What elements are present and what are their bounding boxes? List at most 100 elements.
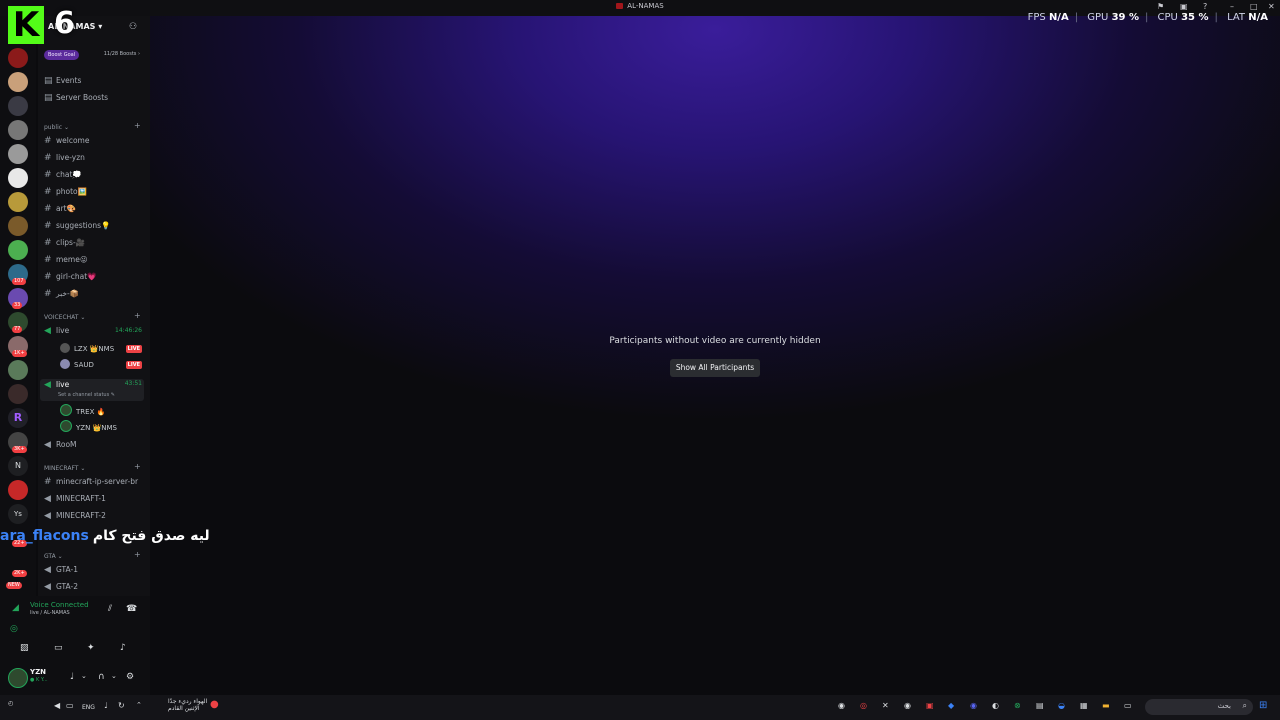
text-channel[interactable]: # suggestions💡	[44, 221, 144, 235]
edge-icon[interactable]: ◒	[1058, 701, 1065, 710]
text-channel[interactable]: # art🎨	[44, 204, 144, 218]
voice-channel[interactable]: ◀ MINECRAFT-2	[44, 511, 144, 525]
activities-icon[interactable]: ✦	[87, 643, 95, 653]
add-channel-icon[interactable]: +	[134, 311, 141, 320]
server-icon[interactable]	[8, 144, 28, 164]
inbox-icon[interactable]: ▣	[1180, 2, 1188, 12]
show-all-participants-button[interactable]: Show All Participants	[670, 359, 760, 377]
server-icon[interactable]	[8, 168, 28, 188]
server-icon[interactable]	[8, 192, 28, 212]
activity-icon[interactable]: ◎	[10, 624, 18, 634]
voice-user[interactable]: TREX 🔥	[60, 404, 144, 418]
chevron-down-icon[interactable]: ⌄	[111, 672, 117, 680]
server-icon[interactable]	[8, 480, 28, 500]
channel-status[interactable]: Set a channel status ✎	[58, 392, 115, 398]
store-icon[interactable]: ▦	[1080, 701, 1088, 710]
voice-channel[interactable]: ◀ GTA-1	[44, 565, 144, 579]
user-name[interactable]: YZN	[30, 668, 46, 676]
noise-suppression-icon[interactable]: ⫽	[108, 604, 112, 614]
display-icon[interactable]: ▭	[66, 701, 74, 710]
category-gta[interactable]: GTA ⌄	[44, 553, 63, 560]
screen-share-icon[interactable]: ▭	[54, 643, 63, 653]
user-avatar[interactable]	[8, 668, 28, 688]
add-channel-icon[interactable]: +	[134, 550, 141, 559]
app-icon[interactable]: ✕	[882, 701, 889, 710]
voice-channel-room[interactable]: ◀ RooM	[44, 440, 144, 454]
task-view-icon[interactable]: ▭	[1124, 701, 1132, 710]
server-icon[interactable]	[8, 216, 28, 236]
weather-notification[interactable]: الهواء رديء جدًا الإثنين القادم	[168, 698, 207, 712]
app-icon[interactable]: ▤	[1036, 701, 1044, 710]
windows-start-icon[interactable]: ⊞	[1259, 700, 1267, 711]
close-icon[interactable]: ✕	[1268, 2, 1275, 12]
avatar	[60, 420, 72, 432]
add-channel-icon[interactable]: +	[134, 121, 141, 130]
boost-goal-bar[interactable]: Boost Goal 11/28 Boosts ›	[42, 49, 144, 61]
soundboard-icon[interactable]: ♪	[120, 643, 126, 653]
server-icon[interactable]	[8, 72, 28, 92]
server-icon-r[interactable]: R	[8, 408, 28, 428]
category-public[interactable]: public ⌄	[44, 124, 69, 131]
help-icon[interactable]: ?	[1203, 2, 1207, 12]
server-icon[interactable]	[8, 120, 28, 140]
server-icon-ys[interactable]: Ys	[8, 504, 28, 524]
category-voicechat[interactable]: VOICECHAT ⌄	[44, 314, 85, 321]
sync-icon[interactable]: ↻	[118, 701, 125, 710]
folder-icon[interactable]: ▬	[1102, 701, 1110, 710]
text-channel[interactable]: # live-yzn	[44, 153, 144, 167]
text-channel[interactable]: # خبر-📦	[44, 289, 144, 303]
clock-icon[interactable]: ◴	[8, 700, 13, 707]
app-icon[interactable]: ◉	[904, 701, 911, 710]
text-channel[interactable]: # chat💭	[44, 170, 144, 184]
hash-icon: #	[44, 255, 52, 265]
text-channel[interactable]: # girl-chat💗	[44, 272, 144, 286]
pin-icon[interactable]: ⚑	[1157, 2, 1164, 12]
xbox-icon[interactable]: ⊗	[1014, 701, 1021, 710]
category-minecraft[interactable]: MINECRAFT ⌄	[44, 465, 85, 472]
voice-channel[interactable]: ◀ MINECRAFT-1	[44, 494, 144, 508]
headphones-icon[interactable]: ∩	[98, 672, 105, 682]
taskbar-search[interactable]: بحث ⌕	[1145, 699, 1253, 715]
microphone-icon[interactable]: ♩	[70, 672, 74, 682]
app-icon[interactable]: ◐	[992, 701, 999, 710]
minimize-icon[interactable]: –	[1230, 2, 1234, 12]
language-indicator[interactable]: ENG	[82, 704, 95, 711]
disconnect-icon[interactable]: ☎	[126, 604, 137, 614]
server-icon[interactable]	[8, 96, 28, 116]
add-channel-icon[interactable]: +	[134, 462, 141, 471]
volume-icon[interactable]: ◀	[54, 701, 60, 710]
text-channel[interactable]: # clips-🎥	[44, 238, 144, 252]
camera-off-icon[interactable]: ▨	[20, 643, 29, 653]
voice-channel[interactable]: ◀ GTA-2	[44, 582, 144, 596]
server-icon[interactable]	[8, 240, 28, 260]
server-icon[interactable]	[8, 384, 28, 404]
tray-expand-icon[interactable]: ⌃	[136, 701, 142, 709]
invite-icon[interactable]: ⚇	[129, 22, 137, 32]
app-icon[interactable]: ▣	[926, 701, 934, 710]
text-channel[interactable]: # minecraft-ip-server-br	[44, 477, 144, 491]
server-icon-n[interactable]: N	[8, 456, 28, 476]
voice-user[interactable]: SAUD LIVE	[60, 359, 144, 373]
microphone-tray-icon[interactable]: ♩	[104, 701, 108, 710]
voice-channel-path[interactable]: live / AL-NAMAS	[30, 610, 70, 616]
signal-icon[interactable]: ◢	[12, 603, 19, 613]
app-icon	[616, 3, 624, 9]
app-icon[interactable]: ◎	[860, 701, 867, 710]
discord-icon[interactable]: ◉	[970, 701, 977, 710]
text-channel[interactable]: # meme😜	[44, 255, 144, 269]
voice-stage: Participants without video are currently…	[150, 16, 1280, 695]
settings-gear-icon[interactable]: ⚙	[126, 672, 134, 682]
chevron-down-icon[interactable]: ⌄	[81, 672, 87, 680]
voice-user[interactable]: LZX 👑NMS LIVE	[60, 343, 144, 357]
server-icon[interactable]	[8, 360, 28, 380]
server-icon-alnamas[interactable]	[8, 48, 28, 68]
voice-channel-live[interactable]: ◀ live 14:46:26	[44, 326, 144, 340]
text-channel[interactable]: # photo🖼️	[44, 187, 144, 201]
server-boosts-item[interactable]: ▤ Server Boosts	[44, 93, 144, 107]
voice-user[interactable]: YZN 👑NMS	[60, 420, 144, 434]
text-channel[interactable]: # welcome	[44, 136, 144, 150]
maximize-icon[interactable]: □	[1250, 2, 1258, 12]
steam-icon[interactable]: ◉	[838, 701, 845, 710]
events-item[interactable]: ▤ Events	[44, 76, 144, 90]
app-icon[interactable]: ◆	[948, 701, 954, 710]
